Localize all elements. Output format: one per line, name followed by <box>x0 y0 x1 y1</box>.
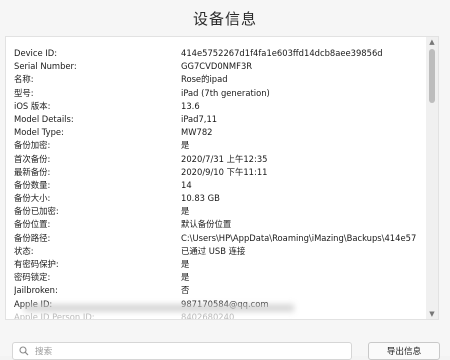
info-value: 14 <box>181 179 192 190</box>
window-title: 设备信息 <box>192 10 257 28</box>
info-row: Jailbroken: 否 <box>14 284 424 297</box>
info-row: 备份已加密: 是 <box>14 205 424 218</box>
info-value: MW782 <box>181 127 213 138</box>
info-label: 备份已加密: <box>14 206 59 217</box>
info-row: Serial Number: GG7CVD0NMF3R <box>14 60 424 73</box>
info-row: Model Details: iPad7,11 <box>14 113 424 126</box>
info-label: Jailbroken: <box>14 285 58 296</box>
info-value: Rose的ipad <box>181 74 228 85</box>
info-list: Device ID: 414e5752267d1f4fa1e603ffd14dcb… <box>14 47 424 320</box>
info-label: 首次备份: <box>14 153 51 164</box>
info-row: Model Type: MW782 <box>14 126 424 139</box>
info-value: 2020/7/31 上午12:35 <box>181 153 268 164</box>
info-value: 是 <box>181 206 190 217</box>
search-icon <box>19 346 29 356</box>
info-row: 备份数量: 14 <box>14 179 424 192</box>
info-label: 备份数量: <box>14 179 51 190</box>
info-value: 是 <box>181 259 190 269</box>
info-value: 默认备份位置 <box>181 219 232 230</box>
info-row: 备份大小: 10.83 GB <box>14 192 424 205</box>
info-row: 型号: iPad (7th generation) <box>14 87 424 100</box>
info-value: 已通过 USB 连接 <box>181 245 246 256</box>
info-value: 10.83 GB <box>181 193 220 204</box>
info-row: 备份位置: 默认备份位置 <box>14 218 424 231</box>
info-label: Model Details: <box>14 113 74 124</box>
info-value: iPad7,11 <box>181 113 218 124</box>
info-label: 状态: <box>14 245 34 256</box>
info-label: 备份路径: <box>14 232 51 243</box>
info-row: 密码锁定: 是 <box>14 271 424 284</box>
info-row: 状态: 已通过 USB 连接 <box>14 245 424 258</box>
info-value: 是 <box>181 140 190 151</box>
scroll-down-arrow-icon[interactable]: ▼ <box>426 309 438 319</box>
info-value: 2020/9/10 下午11:11 <box>181 166 268 177</box>
info-label: 备份加密: <box>14 140 51 151</box>
info-value: 否 <box>181 285 190 296</box>
info-value: iPad (7th generation) <box>181 87 270 98</box>
info-row: 备份路径: C:\Users\HP\AppData\Roaming\iMazing… <box>14 232 424 245</box>
info-row: 备份加密: 是 <box>14 139 424 152</box>
vertical-scrollbar[interactable]: ▲ ▼ <box>426 37 438 319</box>
info-row: iOS 版本: 13.6 <box>14 100 424 113</box>
info-label: Device ID: <box>14 48 58 58</box>
info-label: 有密码保护: <box>14 259 59 269</box>
info-value: 8402680240 <box>181 311 235 320</box>
info-label: 备份大小: <box>14 193 51 204</box>
info-label: 型号: <box>14 87 34 98</box>
info-row: 最新备份: 2020/9/10 下午11:11 <box>14 166 424 179</box>
info-label: 名称: <box>14 74 34 85</box>
export-info-button[interactable]: 导出信息 <box>368 342 440 360</box>
scroll-up-arrow-icon[interactable]: ▲ <box>426 37 438 47</box>
info-row: 首次备份: 2020/7/31 上午12:35 <box>14 153 424 166</box>
info-value: 是 <box>181 272 190 283</box>
info-row: 名称: Rose的ipad <box>14 73 424 86</box>
info-label: Model Type: <box>14 127 64 138</box>
info-label: iOS 版本: <box>14 100 51 111</box>
scroll-thumb[interactable] <box>429 49 435 103</box>
info-value: GG7CVD0NMF3R <box>181 61 253 72</box>
info-row: Device ID: 414e5752267d1f4fa1e603ffd14dcb… <box>14 47 424 60</box>
info-row: 有密码保护: 是 <box>14 258 424 271</box>
search-box[interactable] <box>12 342 352 360</box>
info-value: 414e5752267d1f4fa1e603ffd14dcb8aee39856d <box>181 48 383 58</box>
info-label: 密码锁定: <box>14 272 51 283</box>
info-panel[interactable]: Device ID: 414e5752267d1f4fa1e603ffd14dcb… <box>5 36 439 320</box>
search-input[interactable] <box>33 344 337 360</box>
redaction-blur <box>24 304 294 312</box>
info-value: C:\Users\HP\AppData\Roaming\iMazing\Back… <box>181 232 417 243</box>
info-row: Apple ID Person ID: 8402680240 <box>14 311 424 320</box>
info-label: Apple ID Person ID: <box>14 311 95 320</box>
info-label: 备份位置: <box>14 219 51 230</box>
info-label: Serial Number: <box>14 61 77 72</box>
device-info-window: 设备信息 Device ID: 414e5752267d1f4fa1e603ffd… <box>0 0 450 360</box>
info-label: 最新备份: <box>14 166 51 177</box>
info-value: 13.6 <box>181 100 200 111</box>
bottom-bar: 导出信息 <box>0 320 450 360</box>
